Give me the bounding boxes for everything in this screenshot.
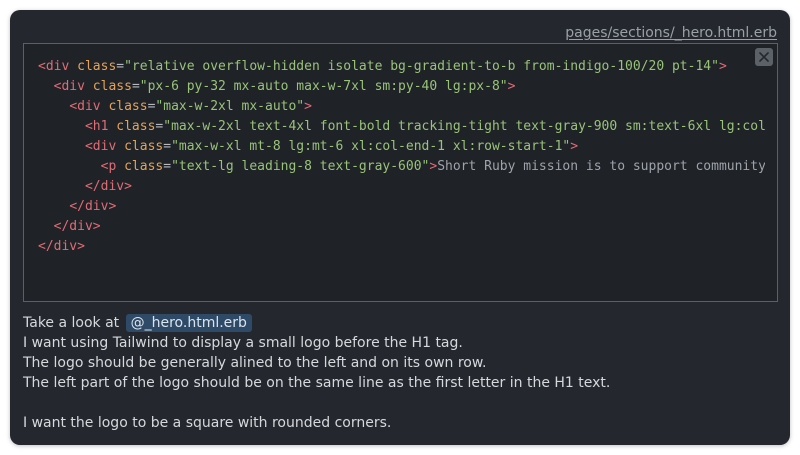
code-closing-tag: </div> — [38, 239, 85, 254]
message-line — [23, 393, 778, 413]
chat-message-panel: pages/sections/_hero.html.erb <div class… — [10, 10, 790, 445]
code-equals: = — [131, 79, 140, 94]
message-line: The logo should be generally alined to t… — [23, 355, 487, 371]
message-line: I want using Tailwind to display a small… — [23, 335, 463, 351]
code-tag-end: > — [429, 159, 438, 174]
code-equals: = — [116, 59, 125, 74]
code-attribute: class — [108, 99, 148, 114]
code-line: </div> — [38, 177, 765, 197]
code-line: </div> — [38, 197, 765, 217]
code-line: <div class="max-w-2xl mx-auto"> — [38, 97, 765, 117]
code-tag-end: > — [718, 59, 727, 74]
code-line: </div> — [38, 217, 765, 237]
code-equals: = — [163, 139, 172, 154]
code-string: "max-w-xl mt-8 lg:mt-6 xl:col-end-1 xl:r… — [171, 139, 571, 154]
code-line: <h1 class="max-w-2xl text-4xl font-bold … — [38, 117, 765, 137]
close-button[interactable] — [755, 48, 773, 66]
message-line: The left part of the logo should be on t… — [23, 375, 611, 391]
code-tag: <div — [69, 99, 101, 114]
code-attribute: class — [77, 59, 117, 74]
file-mention-chip[interactable]: @_hero.html.erb — [125, 314, 252, 332]
code-snippet-box: <div class="relative overflow-hidden iso… — [23, 43, 778, 302]
code-string: "relative overflow-hidden isolate bg-gra… — [124, 59, 719, 74]
code-tag: <div — [84, 139, 117, 154]
code-line: <div class="relative overflow-hidden iso… — [38, 57, 765, 77]
code-tag-end: > — [304, 99, 312, 114]
message-prefix: Take a look at — [23, 315, 120, 331]
code-string: "max-w-2xl text-4xl font-bold tracking-t… — [163, 119, 765, 134]
code-tag-end: > — [570, 139, 579, 154]
code-closing-tag: </div> — [69, 199, 117, 214]
code-line: <p class="text-lg leading-8 text-gray-60… — [38, 157, 765, 177]
code-tag: <div — [53, 79, 85, 94]
code-attribute: class — [92, 79, 132, 94]
code-closing-tag: </div> — [53, 219, 101, 234]
code-tag: <h1 — [84, 119, 109, 134]
code-tag: <p — [100, 159, 117, 174]
code-attribute: class — [124, 139, 164, 154]
code-closing-tag: </div> — [84, 179, 132, 194]
message-first-line: Take a look at @_hero.html.erb — [23, 313, 778, 333]
code-string: "text-lg leading-8 text-gray-600" — [171, 159, 430, 174]
code-block: <div class="relative overflow-hidden iso… — [38, 57, 765, 257]
code-tag: <div — [38, 59, 70, 74]
code-line: </div> — [38, 237, 765, 257]
code-attribute: class — [124, 159, 164, 174]
close-icon — [759, 52, 769, 62]
code-string: "px-6 py-32 mx-auto max-w-7xl sm:py-40 l… — [139, 79, 508, 94]
message-line: I want the logo to be a square with roun… — [23, 415, 392, 431]
code-tag-end: > — [507, 79, 516, 94]
file-path-link[interactable]: pages/sections/_hero.html.erb — [565, 25, 777, 41]
code-line: <div class="max-w-xl mt-8 lg:mt-6 xl:col… — [38, 137, 765, 157]
code-equals: = — [163, 159, 172, 174]
code-line: <div class="px-6 py-32 mx-auto max-w-7xl… — [38, 77, 765, 97]
code-string: "max-w-2xl mx-auto" — [155, 99, 305, 114]
code-attribute: class — [116, 119, 156, 134]
code-text: Short Ruby mission is to support communi… — [437, 159, 765, 174]
user-message: Take a look at @_hero.html.erb I want us… — [23, 313, 778, 433]
